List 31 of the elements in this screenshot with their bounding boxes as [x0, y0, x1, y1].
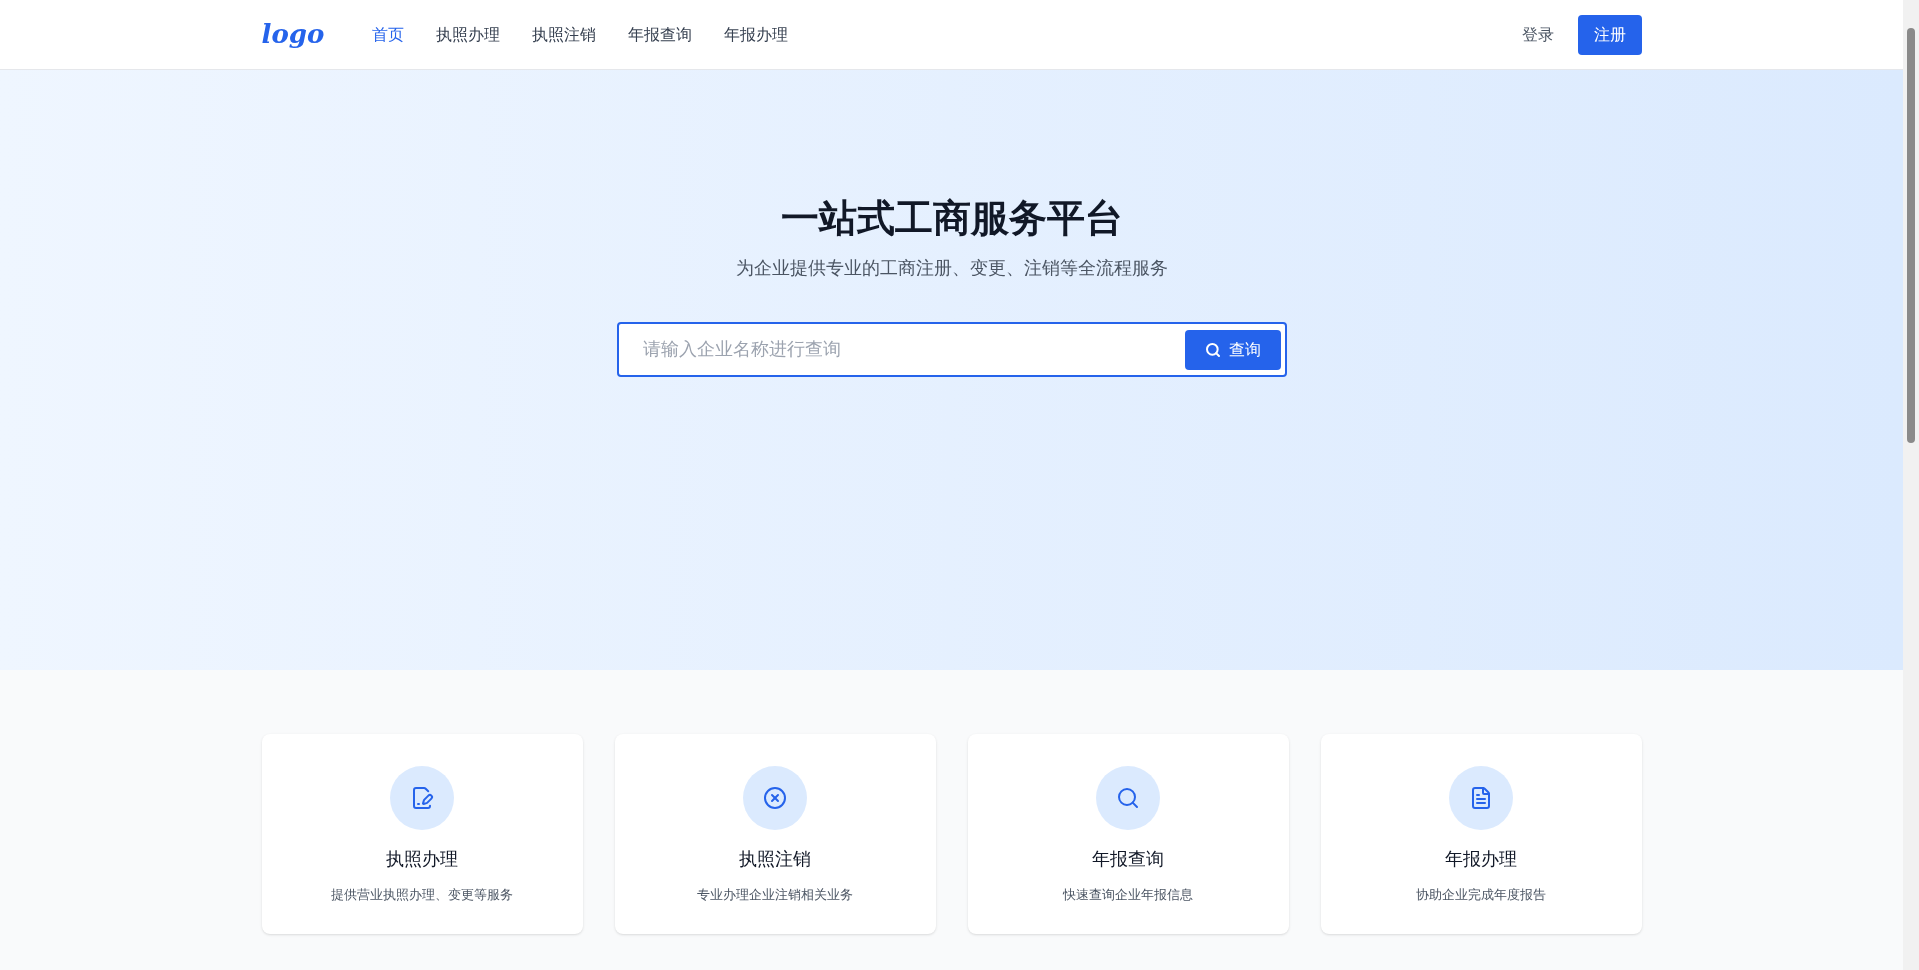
- logo[interactable]: logo: [261, 15, 325, 54]
- search-icon: [1204, 341, 1221, 358]
- search-icon: [1116, 786, 1140, 810]
- document-icon: [1469, 786, 1493, 810]
- service-title: 执照注销: [739, 848, 811, 871]
- service-description: 提供营业执照办理、变更等服务: [331, 886, 513, 904]
- service-card[interactable]: 年报查询 快速查询企业年报信息: [967, 734, 1289, 934]
- scrollbar-thumb[interactable]: [1907, 28, 1915, 443]
- service-description: 专业办理企业注销相关业务: [697, 886, 853, 904]
- service-title: 执照办理: [386, 848, 458, 871]
- register-button[interactable]: 注册: [1577, 14, 1642, 55]
- service-description: 快速查询企业年报信息: [1063, 886, 1193, 904]
- service-card[interactable]: 年报办理 协助企业完成年度报告: [1320, 734, 1642, 934]
- nav-link[interactable]: 年报查询: [628, 22, 693, 47]
- service-card[interactable]: 执照办理 提供营业执照办理、变更等服务: [261, 734, 583, 934]
- scrollbar[interactable]: [1903, 0, 1919, 970]
- service-title: 年报办理: [1445, 848, 1517, 871]
- service-card[interactable]: 执照注销 专业办理企业注销相关业务: [614, 734, 936, 934]
- service-title: 年报查询: [1092, 848, 1164, 871]
- search-field[interactable]: 请输入企业名称进行查询 查询: [616, 322, 1287, 377]
- hero-title: 一站式工商服务平台: [780, 196, 1123, 241]
- login-link[interactable]: 登录: [1521, 22, 1554, 47]
- close-circle-icon: [763, 786, 787, 810]
- nav-link[interactable]: 年报办理: [724, 22, 789, 47]
- nav-link[interactable]: 执照办理: [436, 22, 501, 47]
- hero-subtitle: 为企业提供专业的工商注册、变更、注销等全流程服务: [735, 257, 1168, 280]
- search-button[interactable]: 查询: [1184, 329, 1281, 370]
- service-description: 协助企业完成年度报告: [1416, 886, 1546, 904]
- nav-link[interactable]: 执照注销: [532, 22, 597, 47]
- nav-link[interactable]: 首页: [372, 22, 405, 47]
- document-pen-icon: [410, 786, 434, 810]
